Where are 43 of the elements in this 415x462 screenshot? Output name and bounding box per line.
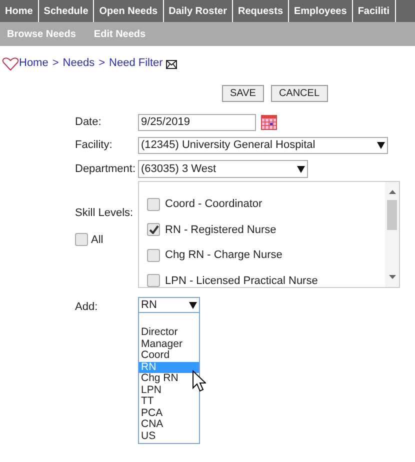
scroll-down-icon[interactable] (388, 275, 396, 279)
scrollbar-thumb[interactable] (387, 200, 397, 230)
dropdown-option[interactable]: PCA (139, 408, 199, 419)
breadcrumb-link[interactable]: Needs (62, 54, 95, 71)
dropdown-arrow-icon (189, 302, 197, 308)
breadcrumb-link[interactable]: Need Filter (109, 54, 163, 71)
breadcrumb-separator: > (52, 56, 59, 70)
dropdown-option[interactable]: TT (139, 396, 199, 408)
field-label: Department: (75, 162, 137, 177)
scroll-up-icon[interactable] (388, 190, 396, 194)
checkbox-label: RN - Registered Nurse (165, 222, 276, 238)
dropdown-option[interactable]: US (139, 430, 199, 442)
cancel-button[interactable]: CANCEL (270, 85, 328, 102)
heart-icon (2, 57, 19, 71)
add-dropdown[interactable]: RN (138, 297, 200, 313)
dropdown-arrow-icon (297, 166, 305, 172)
facility-dropdown[interactable]: (12345) University General Hospital (138, 137, 388, 154)
department-dropdown[interactable]: (63035) 3 West (138, 160, 308, 178)
checkbox[interactable] (147, 248, 160, 262)
breadcrumb-link[interactable]: Home (19, 54, 48, 71)
calendar-icon[interactable] (261, 115, 277, 130)
checkbox[interactable] (147, 274, 160, 287)
checkbox-label: Chg RN - Charge Nurse (165, 248, 282, 263)
checkbox-label: All (91, 232, 104, 248)
dropdown-option[interactable]: Director (139, 327, 199, 338)
scrollbar[interactable] (385, 182, 399, 287)
dropdown-option[interactable]: Coord (139, 350, 199, 362)
field-label: Date: (75, 115, 102, 130)
dropdown-arrow-icon (377, 142, 385, 149)
envelope-icon[interactable] (166, 60, 177, 69)
field-label: Skill Levels: (75, 206, 134, 221)
checkbox[interactable] (147, 223, 160, 236)
dropdown-option[interactable]: Manager (139, 338, 199, 350)
dropdown-option[interactable]: CNA (139, 419, 199, 430)
checkbox[interactable] (75, 233, 88, 246)
field-label: Add: (75, 300, 99, 315)
date-field[interactable]: 9/25/2019 (138, 114, 256, 131)
checkbox[interactable] (147, 198, 160, 211)
breadcrumb-separator: > (98, 56, 106, 70)
checkbox-label: Coord - Coordinator (165, 197, 262, 212)
checkbox-label: LPN - Licensed Practical Nurse (165, 274, 318, 287)
save-button[interactable]: SAVE (222, 85, 264, 102)
field-label: Facility: (75, 138, 114, 154)
